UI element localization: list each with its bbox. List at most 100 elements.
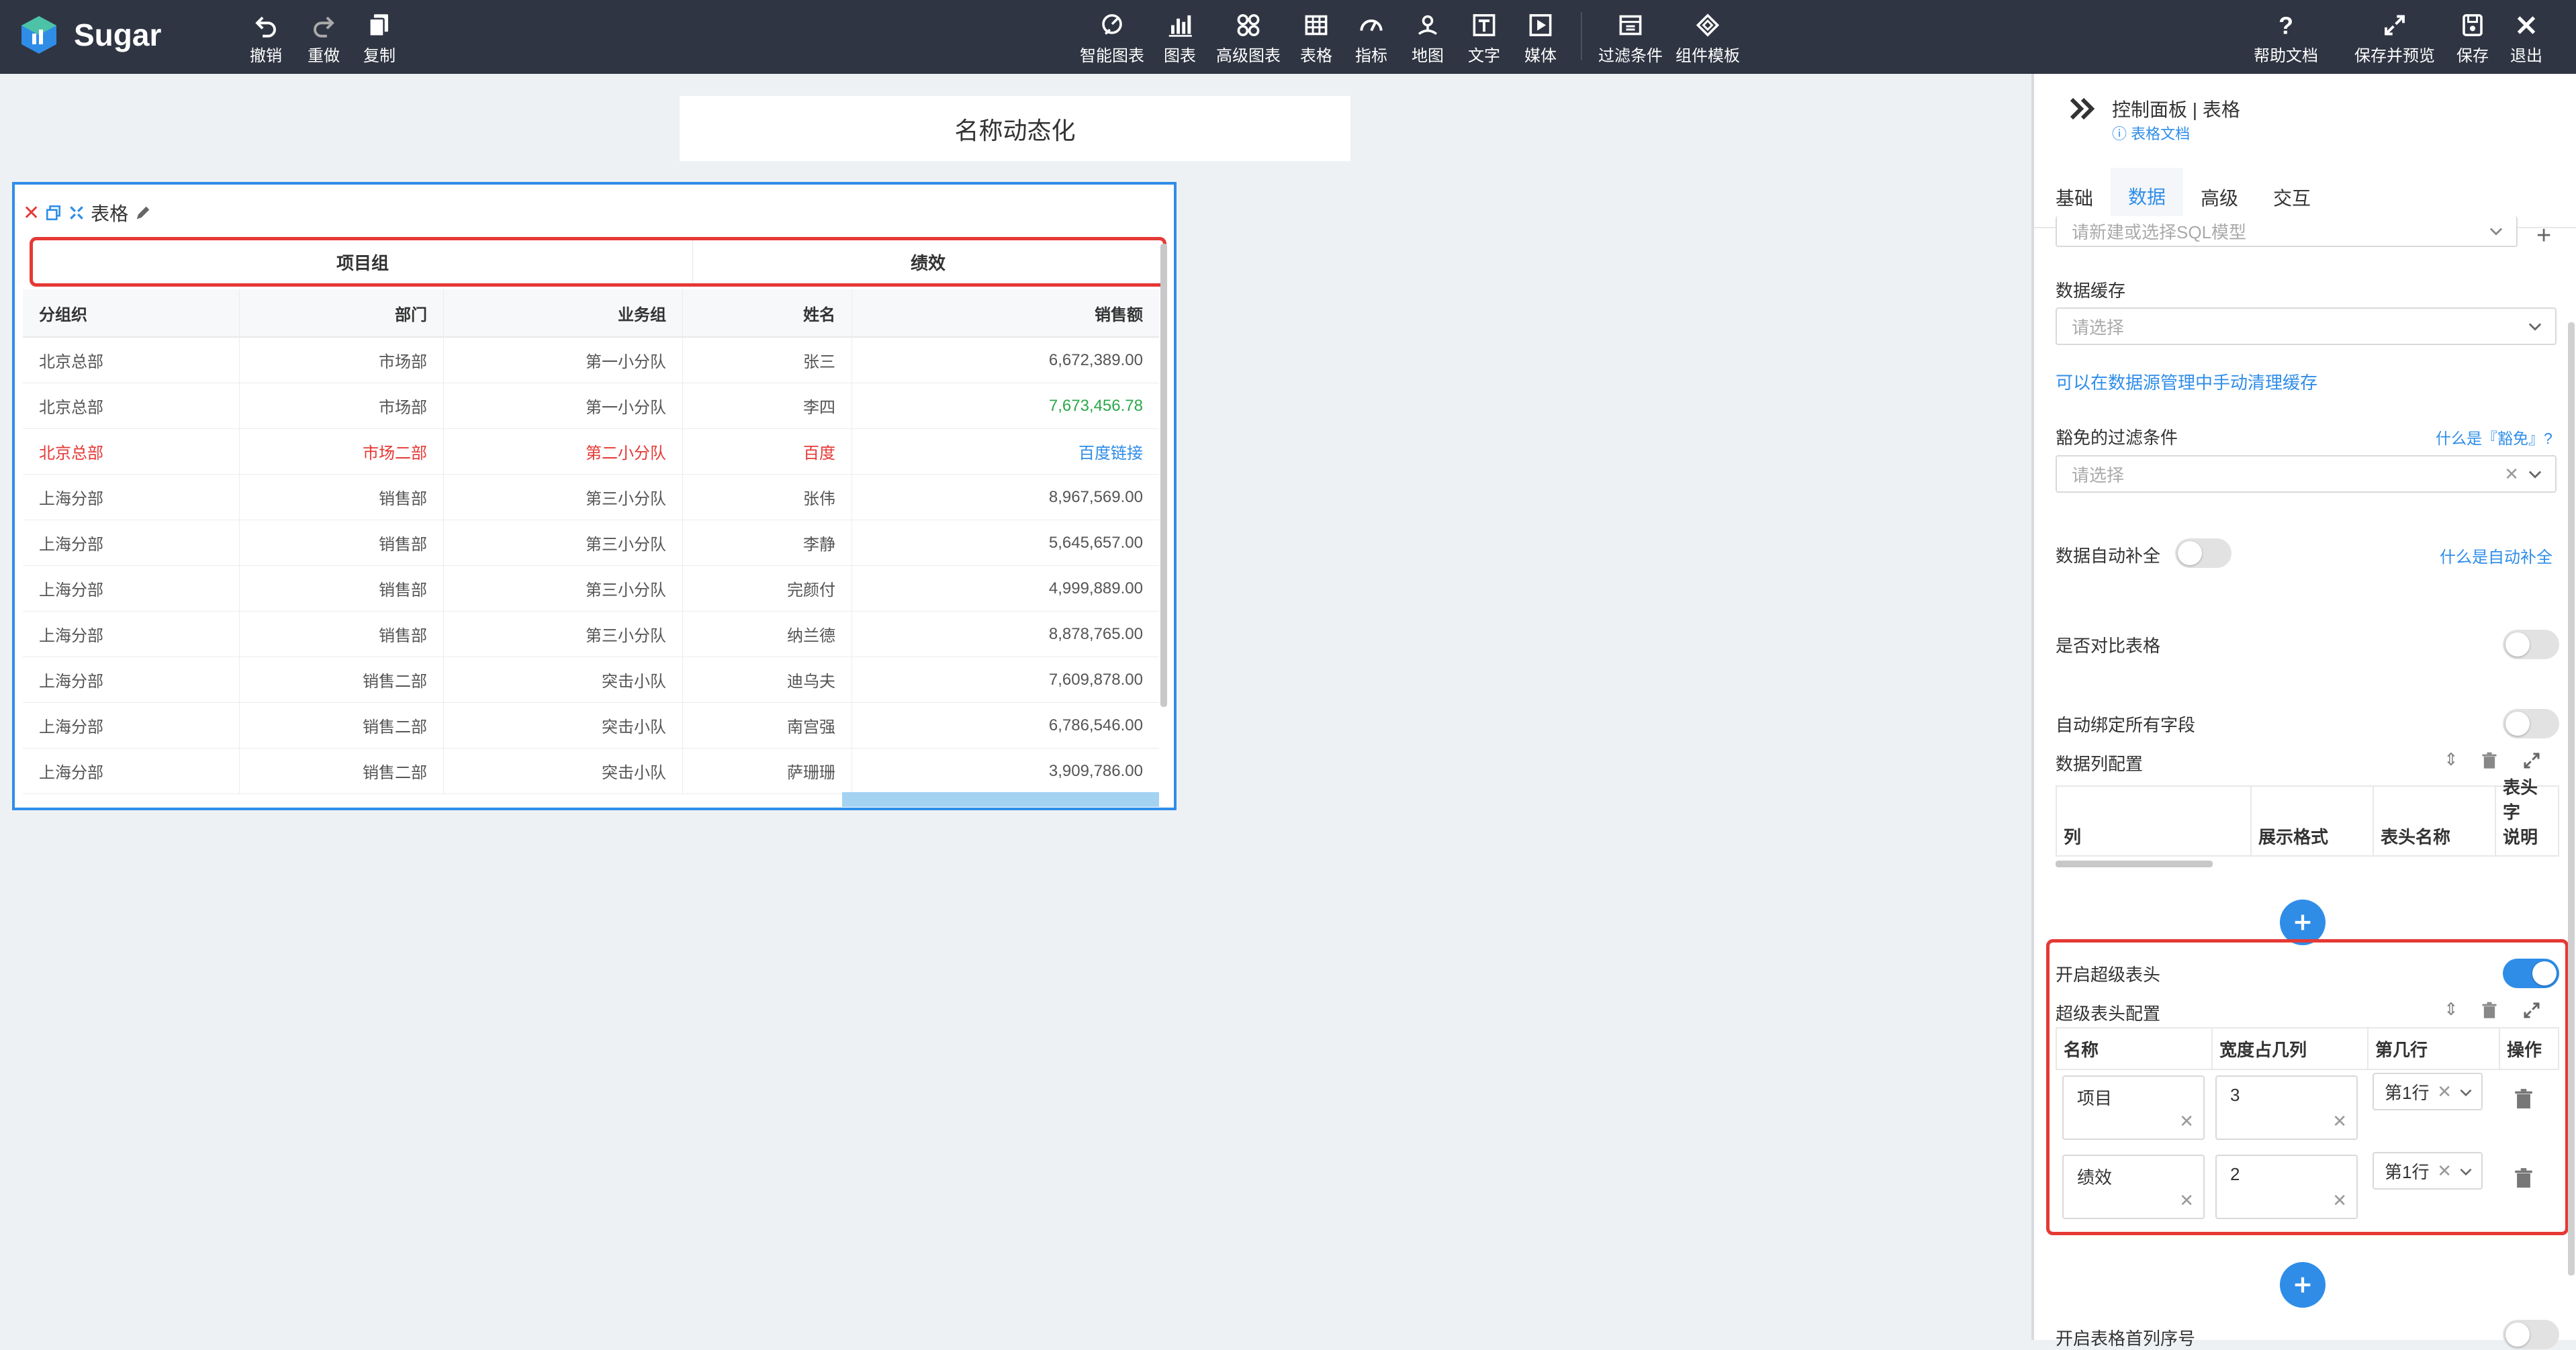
media-button[interactable]: 媒体 xyxy=(1524,12,1557,66)
delete-icon[interactable] xyxy=(2480,751,2499,771)
table-doc-link[interactable]: ⓘ 表格文档 xyxy=(2112,122,2190,144)
app-logo: Sugar xyxy=(19,15,161,55)
plus-icon xyxy=(2295,1277,2311,1293)
undo-icon xyxy=(255,16,276,38)
table-cell: 突击小队 xyxy=(444,703,683,748)
column-header[interactable]: 部门 xyxy=(240,289,444,336)
table-icon xyxy=(1305,15,1328,36)
column-header[interactable]: 分组织 xyxy=(23,289,240,336)
clear-icon[interactable]: ✕ xyxy=(2179,1111,2194,1132)
table-vertical-scrollbar[interactable] xyxy=(1160,244,1167,707)
add-sql-model-button[interactable]: + xyxy=(2536,222,2551,250)
clear-icon[interactable]: ✕ xyxy=(2332,1190,2347,1211)
cache-select[interactable]: 请选择 xyxy=(2056,307,2557,345)
table-cell: 上海分部 xyxy=(23,657,240,702)
add-super-header-button[interactable] xyxy=(2280,1262,2326,1308)
autofill-toggle[interactable] xyxy=(2175,538,2232,568)
clear-icon[interactable]: ✕ xyxy=(2504,464,2519,485)
expand-icon[interactable] xyxy=(2522,1000,2542,1020)
redo-button[interactable]: 重做 xyxy=(308,12,340,66)
delete-widget-icon[interactable]: ✕ xyxy=(23,201,40,225)
advanced-chart-button[interactable]: 高级图表 xyxy=(1216,12,1281,66)
table-cell: 销售二部 xyxy=(240,703,444,748)
exit-button[interactable]: 退出 xyxy=(2510,12,2542,66)
expand-icon[interactable] xyxy=(2522,751,2542,771)
add-column-button[interactable] xyxy=(2280,900,2326,945)
metric-button[interactable]: 指标 xyxy=(1355,12,1387,66)
columns-config-scrollbar[interactable] xyxy=(2056,861,2213,867)
panel-title: 控制面板 | 表格 xyxy=(2112,99,2240,120)
dashboard-title[interactable]: 名称动态化 xyxy=(680,96,1350,161)
sort-icon[interactable]: ⇕ xyxy=(2444,999,2458,1020)
sql-model-select[interactable]: 请新建或选择SQL模型 xyxy=(2056,216,2518,247)
chart-button[interactable]: 图表 xyxy=(1164,12,1196,66)
clear-icon[interactable]: ✕ xyxy=(2179,1190,2194,1211)
chevron-down-icon xyxy=(2528,323,2542,331)
columns-config-header: 展示格式 xyxy=(2252,787,2374,855)
table-horizontal-scrollbar[interactable] xyxy=(842,792,1159,807)
table-cell: 7,673,456.78 xyxy=(1048,396,1143,415)
exempt-filter-select[interactable]: 请选择 ✕ xyxy=(2056,455,2557,493)
panel-scrollbar[interactable] xyxy=(2568,322,2575,1275)
table-button[interactable]: 表格 xyxy=(1300,12,1332,66)
autobind-toggle[interactable] xyxy=(2503,709,2559,738)
delete-row-icon[interactable] xyxy=(2512,1086,2535,1112)
exempt-help-link[interactable]: 什么是『豁免』? xyxy=(2436,426,2552,448)
super-header-width-input[interactable]: 2 ✕ xyxy=(2215,1155,2358,1219)
table-cell: 北京总部 xyxy=(23,338,240,383)
svg-text:?: ? xyxy=(2279,13,2293,39)
plus-icon xyxy=(2295,914,2311,930)
gauge-icon xyxy=(1360,19,1383,32)
filter-button[interactable]: 过滤条件 xyxy=(1598,12,1663,66)
save-preview-button[interactable]: 保存并预览 xyxy=(2354,12,2435,66)
copy-button[interactable]: 复制 xyxy=(363,12,396,66)
bar-chart-icon xyxy=(1168,15,1192,37)
smart-chart-button[interactable]: 智能图表 xyxy=(1080,12,1144,66)
serial-number-label: 开启表格首列序号 xyxy=(2056,1329,2196,1349)
super-header-name-input[interactable]: 绩效 ✕ xyxy=(2062,1155,2205,1219)
clear-cache-link[interactable]: 可以在数据源管理中手动清理缓存 xyxy=(2056,369,2317,394)
clear-icon[interactable]: ✕ xyxy=(2437,1081,2452,1102)
super-header-toggle[interactable] xyxy=(2503,959,2559,988)
table-cell: 第三小分队 xyxy=(444,566,683,611)
super-header-name-input[interactable]: 项目 ✕ xyxy=(2062,1075,2205,1140)
table-body: 北京总部 市场部 第一小分队 张三 6,672,389.00 北京总部 市场部 … xyxy=(23,338,1159,794)
table-cell: 6,672,389.00 xyxy=(1048,350,1143,369)
column-header[interactable]: 销售额 xyxy=(852,289,1159,336)
clear-icon[interactable]: ✕ xyxy=(2437,1161,2452,1182)
autofill-help-link[interactable]: 什么是自动补全 xyxy=(2440,544,2552,567)
column-header[interactable]: 姓名 xyxy=(683,289,852,336)
column-header[interactable]: 业务组 xyxy=(444,289,683,336)
compare-table-toggle[interactable] xyxy=(2503,630,2559,659)
undo-button[interactable]: 撤销 xyxy=(250,12,282,66)
fullscreen-widget-icon[interactable] xyxy=(68,204,85,222)
delete-row-icon[interactable] xyxy=(2512,1165,2535,1191)
collapse-panel-icon[interactable] xyxy=(2066,93,2099,125)
delete-icon[interactable] xyxy=(2480,1000,2499,1020)
table-cell: 8,967,569.00 xyxy=(1048,487,1143,506)
table-cell: 市场二部 xyxy=(240,429,444,474)
super-header-row-select[interactable]: 第1行 ✕ xyxy=(2373,1152,2483,1190)
sort-icon[interactable]: ⇕ xyxy=(2444,749,2458,770)
text-button[interactable]: 文字 xyxy=(1468,12,1500,66)
copy-widget-icon[interactable] xyxy=(45,204,62,222)
top-toolbar: Sugar 撤销 重做 复制 智能图表 图表 高级图表 表格 指标 地图 文字 xyxy=(0,0,2576,74)
save-button[interactable]: 保存 xyxy=(2456,12,2489,66)
widget-toolbar: ✕ 表格 xyxy=(23,199,152,226)
component-template-icon xyxy=(1696,13,1720,37)
serial-number-toggle[interactable] xyxy=(2503,1320,2559,1349)
table-cell: 第三小分队 xyxy=(444,520,683,565)
super-header-toggle-label: 开启超级表头 xyxy=(2056,965,2161,985)
table-widget[interactable]: ✕ 表格 项目组 绩效 分组织 部门 业务组 姓名 销售额 北京总部 市场部 第… xyxy=(12,182,1177,810)
map-button[interactable]: 地图 xyxy=(1412,12,1444,66)
table-cell: 销售二部 xyxy=(240,657,444,702)
sugar-logo-icon xyxy=(21,16,56,54)
super-header-width-input[interactable]: 3 ✕ xyxy=(2215,1075,2358,1140)
clear-icon[interactable]: ✕ xyxy=(2332,1111,2347,1132)
super-header-row-select[interactable]: 第1行 ✕ xyxy=(2373,1073,2483,1110)
table-cell: 上海分部 xyxy=(23,520,240,565)
edit-pencil-icon[interactable] xyxy=(134,203,152,222)
help-button[interactable]: ? 帮助文档 xyxy=(2254,12,2318,66)
template-button[interactable]: 组件模板 xyxy=(1675,12,1740,66)
table-cell-link[interactable]: 百度链接 xyxy=(852,429,1159,474)
